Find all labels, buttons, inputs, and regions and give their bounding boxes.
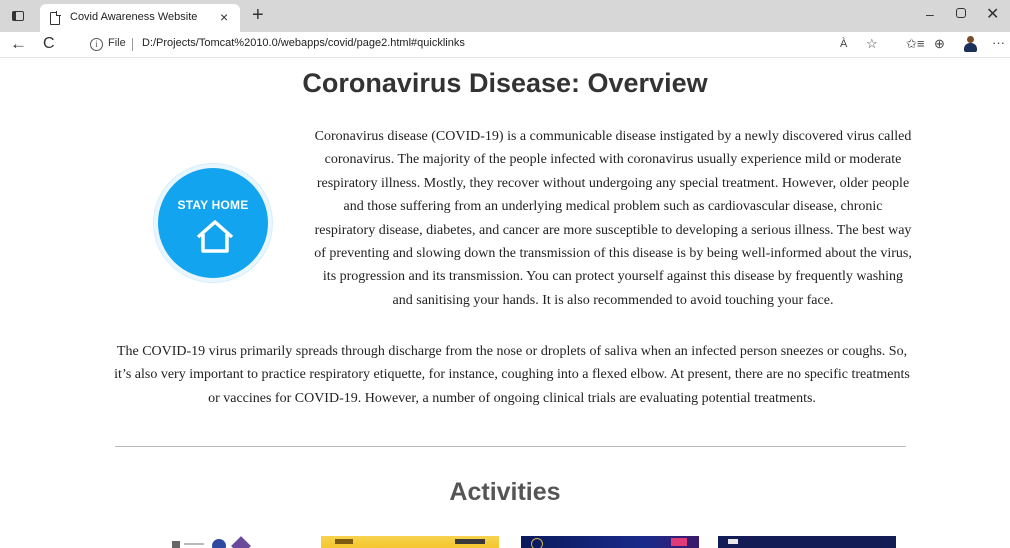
- tab-title: Covid Awareness Website: [70, 11, 198, 23]
- badge-label: STAY HOME: [177, 198, 249, 212]
- window-restore-button[interactable]: [956, 8, 966, 18]
- window-minimize-button[interactable]: –: [926, 6, 934, 22]
- activity-thumbnail-3[interactable]: [521, 536, 699, 548]
- activity-thumbnail-1[interactable]: [168, 536, 278, 548]
- collections-icon[interactable]: ⊕: [934, 36, 945, 52]
- house-icon: [196, 220, 234, 253]
- browser-tab-active[interactable]: Covid Awareness Website ×: [40, 4, 240, 32]
- file-label: File: [108, 37, 126, 49]
- activity-thumbnail-4[interactable]: [718, 536, 896, 548]
- overview-paragraph: Coronavirus disease (COVID-19) is a comm…: [314, 129, 912, 308]
- new-tab-button[interactable]: +: [252, 5, 264, 25]
- url-input[interactable]: D:/Projects/Tomcat%2010.0/webapps/covid/…: [142, 37, 465, 49]
- tab-actions-icon[interactable]: [8, 7, 28, 25]
- section-divider: [115, 446, 906, 447]
- address-bar-row: ← C i File D:/Projects/Tomcat%2010.0/web…: [0, 32, 1010, 58]
- page-title: Coronavirus Disease: Overview: [302, 68, 708, 98]
- refresh-button[interactable]: C: [43, 35, 55, 53]
- stay-home-badge: STAY HOME: [154, 164, 272, 282]
- activity-thumbnail-2[interactable]: [321, 536, 499, 548]
- window-close-button[interactable]: ✕: [986, 4, 999, 24]
- url-separator: [132, 38, 133, 51]
- back-button[interactable]: ←: [10, 35, 27, 53]
- site-info-icon[interactable]: i: [90, 38, 103, 51]
- read-aloud-icon[interactable]: À: [840, 36, 847, 52]
- transmission-paragraph: The COVID-19 virus primarily spreads thr…: [114, 344, 910, 406]
- favorites-icon[interactable]: ✩≡: [906, 36, 924, 52]
- page-favicon-icon: [50, 11, 61, 25]
- more-options-icon[interactable]: ···: [992, 35, 1005, 51]
- browser-tab-bar: Covid Awareness Website × + – ✕: [0, 0, 1010, 32]
- add-favorite-icon[interactable]: ☆: [866, 36, 878, 52]
- profile-avatar[interactable]: [962, 36, 978, 53]
- tab-close-icon[interactable]: ×: [220, 9, 228, 25]
- activities-heading: Activities: [449, 478, 561, 506]
